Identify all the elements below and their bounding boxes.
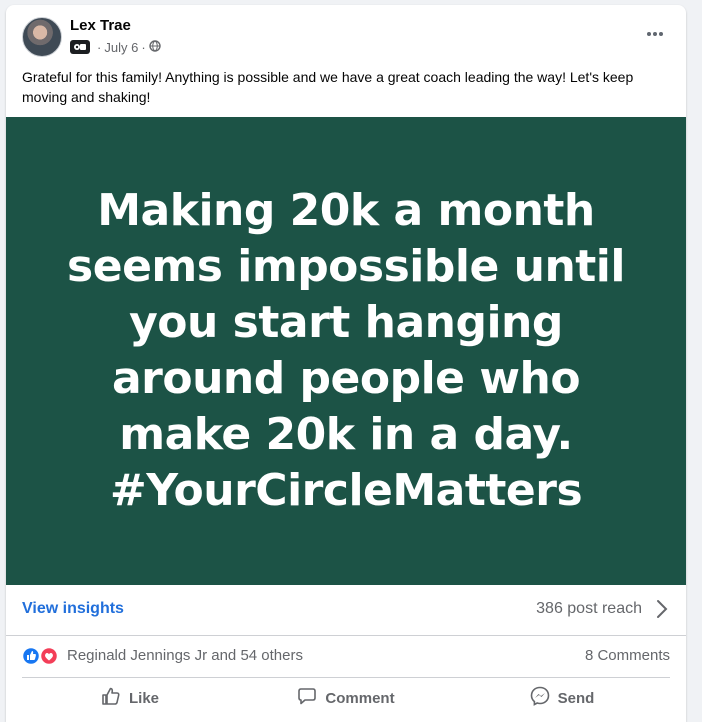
public-globe-icon[interactable] [148, 39, 161, 55]
reaction-names[interactable]: Reginald Jennings Jr and 54 others [67, 647, 303, 664]
post-actions: Like Comment Send [22, 677, 670, 718]
thumbs-up-icon [101, 686, 121, 710]
messenger-icon [530, 686, 550, 710]
author-name[interactable]: Lex Trae [70, 17, 131, 34]
author-avatar[interactable] [22, 17, 62, 57]
love-reaction-icon [39, 646, 59, 666]
post-date[interactable]: July 6 [104, 40, 138, 55]
chevron-right-icon[interactable] [656, 599, 668, 624]
like-button[interactable]: Like [22, 678, 238, 718]
comment-icon [297, 686, 317, 710]
reaction-icons[interactable] [21, 646, 62, 666]
more-options-icon[interactable] [640, 19, 670, 49]
post-header: Lex Trae · July 6 · [6, 5, 686, 65]
insights-bar: View insights 386 post reach [6, 585, 686, 636]
like-label: Like [128, 689, 159, 707]
post-card: Lex Trae · July 6 · Grateful for this fa… [6, 5, 686, 722]
reactions-summary: Reginald Jennings Jr and 54 others 8 Com… [6, 638, 686, 672]
view-insights-link[interactable]: View insights [22, 600, 124, 618]
post-image[interactable]: Making 20k a month seems impossible unti… [6, 117, 686, 585]
comment-label: Comment [325, 689, 395, 707]
send-label: Send [557, 689, 595, 707]
comment-button[interactable]: Comment [238, 678, 454, 718]
group-badge-icon [70, 40, 90, 54]
send-button[interactable]: Send [454, 678, 670, 718]
post-meta: · July 6 · [70, 38, 161, 56]
post-image-text: Making 20k a month seems impossible unti… [67, 185, 625, 516]
meta-separator: · [141, 39, 146, 55]
post-reach[interactable]: 386 post reach [536, 600, 642, 618]
post-caption: Grateful for this family! Anything is po… [22, 69, 634, 105]
comments-count[interactable]: 8 Comments [585, 647, 670, 664]
meta-separator: · [97, 39, 102, 55]
like-reaction-icon [21, 646, 41, 666]
